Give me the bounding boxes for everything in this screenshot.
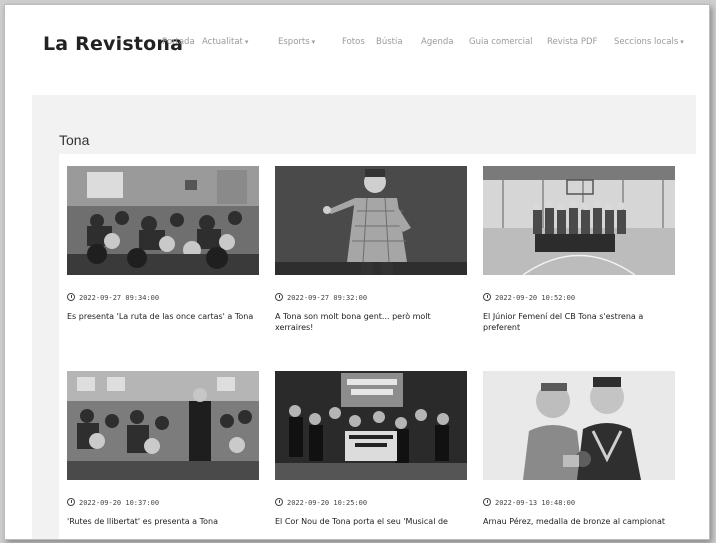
- clock-icon: [483, 498, 491, 506]
- menu-item-esports[interactable]: Esports ▾: [278, 37, 315, 47]
- article-date: 2022-09-13 10:48:00: [483, 498, 575, 507]
- article-grid: 2022-09-27 09:34:00 Es presenta 'La ruta…: [59, 154, 696, 539]
- menu-label: Revista PDF: [547, 37, 598, 47]
- clock-icon: [67, 293, 75, 301]
- date-text: 2022-09-27 09:34:00: [79, 294, 160, 302]
- menu-item-portada[interactable]: Portada: [162, 37, 195, 47]
- article-card[interactable]: 2022-09-20 10:37:00 'Rutes de llibertat'…: [67, 371, 259, 539]
- menu-label: Guia comercial: [469, 37, 533, 47]
- article-card[interactable]: 2022-09-13 10:48:00 Arnau Pérez, medalla…: [483, 371, 675, 539]
- article-title-link[interactable]: 'Rutes de llibertat' es presenta a Tona: [67, 516, 257, 527]
- article-title-link[interactable]: El Júnior Femení del CB Tona s'estrena a…: [483, 311, 673, 333]
- menu-item-seccions-locals[interactable]: Seccions locals ▾: [614, 37, 684, 47]
- article-date: 2022-09-20 10:37:00: [67, 498, 159, 507]
- menu-label: Portada: [162, 37, 195, 47]
- site-header: La Revistona Portada Actualitat ▾ Esports…: [5, 5, 709, 95]
- date-text: 2022-09-20 10:25:00: [287, 499, 368, 507]
- article-thumbnail-medal-athletes[interactable]: [483, 371, 675, 480]
- date-text: 2022-09-13 10:48:00: [495, 499, 576, 507]
- menu-item-agenda[interactable]: Agenda: [421, 37, 453, 47]
- date-text: 2022-09-27 09:32:00: [287, 294, 368, 302]
- menu-label: Esports: [278, 37, 310, 47]
- article-thumbnail-basketball-team[interactable]: [483, 166, 675, 275]
- clock-icon: [67, 498, 75, 506]
- menu-label: Bústia: [376, 37, 403, 47]
- article-card[interactable]: 2022-09-20 10:25:00 El Cor Nou de Tona p…: [275, 371, 467, 539]
- clock-icon: [275, 293, 283, 301]
- menu-item-guia-comercial[interactable]: Guia comercial: [469, 37, 533, 47]
- menu-item-actualitat[interactable]: Actualitat ▾: [202, 37, 248, 47]
- article-date: 2022-09-20 10:52:00: [483, 293, 575, 302]
- logo-prefix: La Revis: [43, 33, 134, 55]
- article-thumbnail-musical-stage[interactable]: [275, 371, 467, 480]
- chevron-down-icon: ▾: [311, 38, 316, 46]
- clock-icon: [275, 498, 283, 506]
- article-date: 2022-09-20 10:25:00: [275, 498, 367, 507]
- date-text: 2022-09-20 10:52:00: [495, 294, 576, 302]
- article-thumbnail-audience-hall[interactable]: [67, 371, 259, 480]
- date-text: 2022-09-20 10:37:00: [79, 499, 160, 507]
- menu-label: Actualitat: [202, 37, 243, 47]
- chevron-down-icon: ▾: [680, 38, 684, 46]
- main-content: Tona 2022-09-27 09:34:00 Es presenta 'La…: [32, 95, 696, 539]
- menu-item-bustia[interactable]: Bústia: [376, 37, 403, 47]
- article-title-link[interactable]: El Cor Nou de Tona porta el seu 'Musical…: [275, 516, 465, 527]
- article-title-link[interactable]: Es presenta 'La ruta de las once cartas'…: [67, 311, 257, 322]
- menu-label: Seccions locals: [614, 37, 679, 47]
- clock-icon: [483, 293, 491, 301]
- menu-item-fotos[interactable]: Fotos: [342, 37, 365, 47]
- article-thumbnail-speaker[interactable]: [275, 166, 467, 275]
- article-card[interactable]: 2022-09-20 10:52:00 El Júnior Femení del…: [483, 166, 675, 356]
- article-title-link[interactable]: Arnau Pérez, medalla de bronze al campio…: [483, 516, 673, 527]
- browser-frame: La Revistona Portada Actualitat ▾ Esports…: [4, 4, 710, 540]
- article-date: 2022-09-27 09:32:00: [275, 293, 367, 302]
- menu-item-revista-pdf[interactable]: Revista PDF: [547, 37, 597, 47]
- article-thumbnail-audience-room[interactable]: [67, 166, 259, 275]
- article-card[interactable]: 2022-09-27 09:32:00 A Tona son molt bona…: [275, 166, 467, 356]
- article-date: 2022-09-27 09:34:00: [67, 293, 159, 302]
- chevron-down-icon: ▾: [244, 38, 249, 46]
- menu-label: Agenda: [421, 37, 454, 47]
- section-title: Tona: [59, 132, 90, 148]
- article-card[interactable]: 2022-09-27 09:34:00 Es presenta 'La ruta…: [67, 166, 259, 356]
- menu-label: Fotos: [342, 37, 365, 47]
- article-title-link[interactable]: A Tona son molt bona gent... però molt x…: [275, 311, 465, 333]
